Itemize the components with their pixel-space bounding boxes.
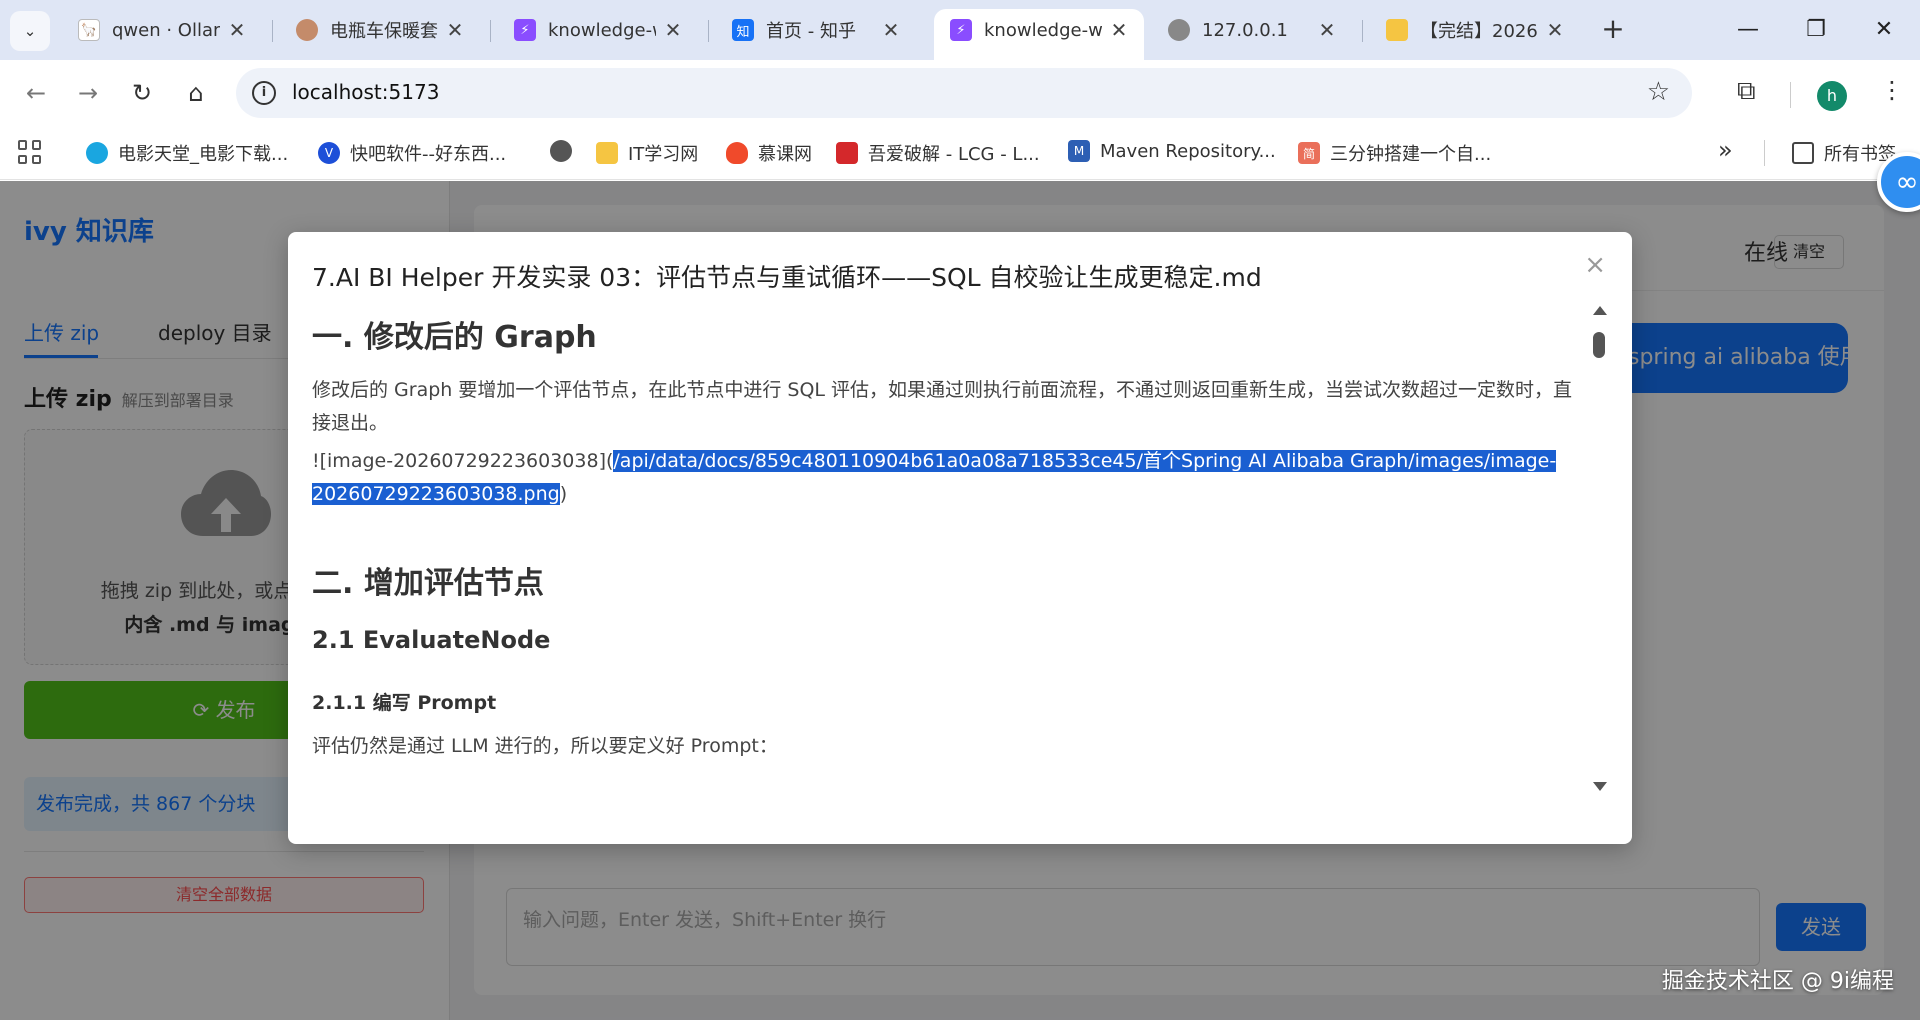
- home-button[interactable]: ⌂: [178, 75, 214, 111]
- bookmark-item[interactable]: 电影天堂_电影下载...: [86, 140, 288, 166]
- tab-5[interactable]: 127.0.0.1 ✕: [1152, 9, 1352, 51]
- bookmark-item[interactable]: [550, 140, 582, 162]
- zhihu-icon: 知: [732, 19, 754, 41]
- 52pojie-icon: [836, 142, 858, 164]
- tab-search-button[interactable]: ⌄: [10, 11, 50, 51]
- close-icon[interactable]: ✕: [880, 18, 902, 42]
- selected-text: /api/data/docs/859c480110904b61a0a08a718…: [613, 450, 1557, 472]
- globe-icon: [1168, 19, 1190, 41]
- window-close-button[interactable]: ✕: [1864, 12, 1904, 48]
- modal-scrollbar[interactable]: [1590, 306, 1610, 806]
- address-bar[interactable]: i localhost:5173 ☆: [236, 68, 1692, 118]
- tab-3[interactable]: 知 首页 - 知乎 ✕: [716, 9, 916, 51]
- bookmark-item[interactable]: 简三分钟搭建一个自...: [1298, 140, 1491, 166]
- tab-separator: [1362, 20, 1363, 42]
- reload-button[interactable]: ↻: [124, 75, 160, 111]
- scrollbar-thumb[interactable]: [1593, 332, 1605, 358]
- bookmarks-bar: 电影天堂_电影下载... V 快吧软件--好东西... IT学习网 慕课网 吾爱破…: [0, 126, 1920, 180]
- bookmarks-separator: [1764, 140, 1765, 166]
- site-info-icon[interactable]: i: [252, 81, 276, 105]
- forward-button[interactable]: →: [70, 75, 106, 111]
- extensions-icon[interactable]: ⧉: [1737, 76, 1756, 107]
- all-bookmarks-button[interactable]: 所有书签: [1792, 140, 1896, 166]
- watermark: 掘金技术社区 @ 9i编程: [1661, 969, 1894, 994]
- globe-icon: [550, 140, 572, 162]
- close-icon[interactable]: ✕: [1108, 18, 1130, 42]
- bookmark-item[interactable]: M Maven Repository...: [1068, 140, 1276, 162]
- folder-icon: [1792, 142, 1814, 164]
- heading-1: 一. 修改后的 Graph: [312, 320, 597, 355]
- bookmarks-overflow-button[interactable]: »: [1718, 136, 1733, 164]
- tab-strip: ⌄ 🦙 qwen · Ollama ✕ 电瓶车保暖套 ✕ ⚡ knowledge…: [0, 0, 1920, 60]
- scroll-down-icon[interactable]: [1593, 782, 1607, 791]
- minimize-button[interactable]: —: [1728, 12, 1768, 48]
- bookmark-item[interactable]: 吾爱破解 - LCG - L...: [836, 140, 1040, 166]
- reload-icon: ↻: [131, 79, 153, 107]
- bookmark-item[interactable]: V 快吧软件--好东西...: [318, 140, 506, 166]
- ollama-icon: 🦙: [78, 19, 100, 41]
- close-icon[interactable]: ✕: [444, 18, 466, 42]
- bookmark-star-icon[interactable]: ☆: [1647, 77, 1670, 107]
- tab-separator: [490, 20, 491, 42]
- heading-2-1: 2.1 EvaluateNode: [312, 626, 551, 654]
- paragraph: 评估仍然是通过 LLM 进行的，所以要定义好 Prompt：: [312, 735, 778, 757]
- kuaiba-icon: V: [318, 142, 340, 164]
- back-button[interactable]: ←: [18, 75, 54, 111]
- vite-icon: ⚡: [950, 19, 972, 41]
- bookmark-item[interactable]: IT学习网: [596, 140, 698, 166]
- tab-6[interactable]: 【完结】2026 ✕: [1370, 9, 1580, 51]
- jian-icon: 简: [1298, 142, 1320, 164]
- tab-2[interactable]: ⚡ knowledge-web ✕: [498, 9, 698, 51]
- arrow-left-icon: ←: [25, 79, 47, 107]
- toolbar-separator: [1790, 82, 1791, 108]
- chevron-down-icon: ⌄: [23, 22, 37, 40]
- toolbar: ← → ↻ ⌂ i localhost:5173 ☆: [0, 60, 1920, 126]
- close-icon[interactable]: ✕: [1316, 18, 1338, 42]
- tab-separator: [272, 20, 273, 42]
- markdown-body[interactable]: 一. 修改后的 Graph 修改后的 Graph 要增加一个评估节点，在此节点中…: [312, 304, 1586, 824]
- tab-1[interactable]: 电瓶车保暖套 ✕: [280, 9, 480, 51]
- avatar-icon: [296, 19, 318, 41]
- new-tab-button[interactable]: +: [1596, 13, 1630, 47]
- url-text[interactable]: localhost:5173: [292, 80, 439, 104]
- paragraph: 修改后的 Graph 要增加一个评估节点，在此节点中进行 SQL 评估，如果通过…: [312, 379, 1573, 434]
- selected-text: 20260729223603038.png: [312, 483, 560, 505]
- flame-icon: [726, 142, 748, 164]
- profile-avatar[interactable]: h: [1817, 81, 1847, 111]
- close-icon[interactable]: ×: [1584, 250, 1606, 280]
- vite-icon: ⚡: [514, 19, 536, 41]
- heading-2: 二. 增加评估节点: [312, 566, 544, 601]
- close-icon[interactable]: ✕: [1544, 18, 1566, 42]
- maven-icon: M: [1068, 140, 1090, 162]
- scroll-up-icon[interactable]: [1593, 306, 1607, 315]
- close-icon[interactable]: ✕: [662, 18, 684, 42]
- close-icon[interactable]: ✕: [226, 18, 248, 42]
- tab-4-active[interactable]: ⚡ knowledge-web ✕: [934, 9, 1144, 60]
- note-icon: [596, 142, 618, 164]
- apps-grid-icon[interactable]: [18, 140, 42, 164]
- tab-0[interactable]: 🦙 qwen · Ollama ✕: [62, 9, 262, 51]
- note-icon: [1386, 19, 1408, 41]
- document-preview-modal: 7.AI BI Helper 开发实录 03：评估节点与重试循环——SQL 自校…: [288, 232, 1632, 844]
- tab-separator: [708, 20, 709, 42]
- home-icon: ⌂: [188, 79, 204, 107]
- arrow-right-icon: →: [77, 79, 99, 107]
- menu-kebab-icon[interactable]: ⋮: [1880, 76, 1904, 104]
- dytt-icon: [86, 142, 108, 164]
- bookmark-item[interactable]: 慕课网: [726, 140, 812, 166]
- heading-2-1-1: 2.1.1 编写 Prompt: [312, 692, 497, 714]
- restore-button[interactable]: ❐: [1796, 12, 1836, 48]
- modal-title: 7.AI BI Helper 开发实录 03：评估节点与重试循环——SQL 自校…: [312, 263, 1262, 292]
- image-markdown-line: ![image-20260729223603038](/api/data/doc…: [312, 450, 1557, 505]
